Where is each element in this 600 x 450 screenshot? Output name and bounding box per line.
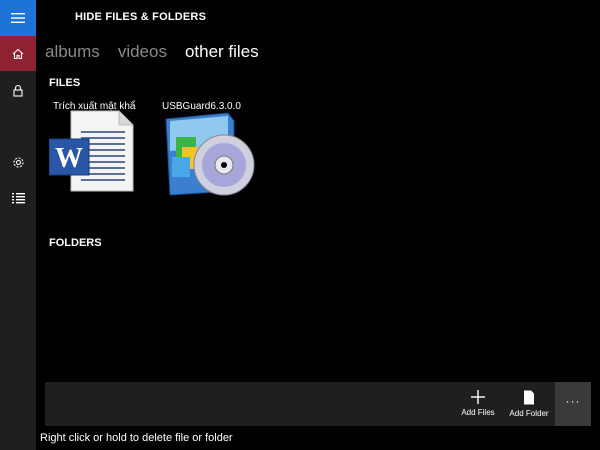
- sidebar-item-home[interactable]: [0, 36, 36, 71]
- new-document-icon: [524, 390, 534, 405]
- app-title: HIDE FILES & FOLDERS: [75, 11, 207, 23]
- installer-cd-icon: [165, 112, 255, 196]
- gear-icon: [12, 156, 24, 168]
- word-document-icon: W: [49, 110, 134, 192]
- ellipsis-icon: ···: [565, 394, 581, 408]
- command-bar: Add Files Add Folder ···: [45, 382, 591, 426]
- files-heading: FILES: [49, 77, 81, 89]
- list-icon: [11, 193, 25, 204]
- add-folder-label: Add Folder: [509, 409, 549, 418]
- plus-icon: [471, 390, 485, 404]
- hamburger-menu-icon: [11, 13, 25, 23]
- lock-icon: [13, 84, 23, 97]
- tab-other-files[interactable]: other files: [185, 42, 259, 62]
- file-name: USBGuard6.3.0.0: [162, 101, 241, 112]
- add-files-button[interactable]: Add Files: [457, 382, 499, 426]
- home-icon: [12, 48, 24, 59]
- svg-text:W: W: [55, 143, 83, 174]
- sidebar-item-list[interactable]: [0, 180, 36, 216]
- folders-heading: FOLDERS: [49, 237, 102, 249]
- file-tile[interactable]: Trích xuất mật khẩ W: [49, 101, 159, 201]
- sidebar-item-lock[interactable]: [0, 72, 36, 108]
- file-tile[interactable]: USBGuard6.3.0.0: [158, 101, 268, 201]
- tab-videos[interactable]: videos: [118, 42, 167, 62]
- tab-bar: albums videos other files: [45, 42, 277, 62]
- add-files-label: Add Files: [461, 408, 495, 417]
- menu-button[interactable]: [0, 0, 36, 36]
- sidebar: [0, 0, 36, 450]
- more-options-button[interactable]: ···: [555, 382, 591, 426]
- tab-albums[interactable]: albums: [45, 42, 100, 62]
- file-name: Trích xuất mật khẩ: [53, 101, 136, 112]
- add-folder-button[interactable]: Add Folder: [505, 382, 553, 426]
- sidebar-item-settings[interactable]: [0, 144, 36, 180]
- status-hint: Right click or hold to delete file or fo…: [40, 432, 233, 444]
